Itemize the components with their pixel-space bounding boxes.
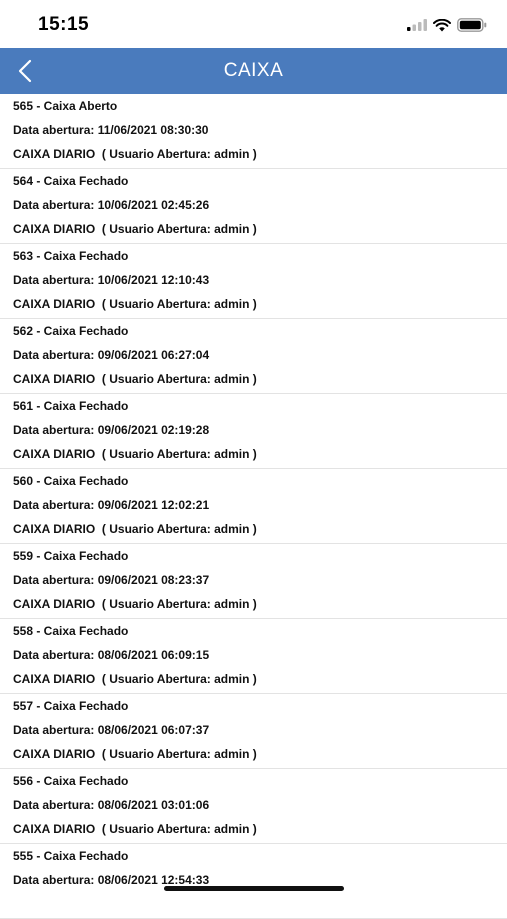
- item-open-date: Data abertura: 09/06/2021 06:27:04: [13, 348, 210, 362]
- item-title: 558 - Caixa Fechado: [13, 624, 129, 638]
- item-title: 559 - Caixa Fechado: [13, 549, 129, 563]
- item-open-date: Data abertura: 08/06/2021 03:01:06: [13, 798, 210, 812]
- item-detail: CAIXA DIARIO ( Usuario Abertura: admin ): [13, 522, 257, 536]
- item-title: 563 - Caixa Fechado: [13, 249, 129, 263]
- item-open-date: Data abertura: 08/06/2021 12:54:33: [13, 873, 210, 887]
- item-open-date: Data abertura: 10/06/2021 12:10:43: [13, 273, 210, 287]
- item-title: 564 - Caixa Fechado: [13, 174, 129, 188]
- item-open-date: Data abertura: 08/06/2021 06:09:15: [13, 648, 210, 662]
- list-item[interactable]: 563 - Caixa Fechado Data abertura: 10/06…: [0, 244, 507, 319]
- item-detail: CAIXA DIARIO ( Usuario Abertura: admin ): [13, 597, 257, 611]
- signal-icon: [407, 19, 427, 31]
- item-detail: CAIXA DIARIO ( Usuario Abertura: admin ): [13, 672, 257, 686]
- item-detail: CAIXA DIARIO ( Usuario Abertura: admin ): [13, 222, 257, 236]
- status-time: 15:15: [38, 14, 90, 35]
- wifi-icon: [433, 18, 451, 31]
- list-item[interactable]: 555 - Caixa Fechado Data abertura: 08/06…: [0, 844, 507, 919]
- item-open-date: Data abertura: 08/06/2021 06:07:37: [13, 723, 210, 737]
- item-title: 562 - Caixa Fechado: [13, 324, 129, 338]
- status-bar: 15:15: [0, 0, 507, 48]
- list-item[interactable]: 560 - Caixa Fechado Data abertura: 09/06…: [0, 469, 507, 544]
- item-detail: CAIXA DIARIO ( Usuario Abertura: admin ): [13, 447, 257, 461]
- battery-icon: [457, 18, 487, 32]
- page-title: CAIXA: [223, 60, 284, 81]
- list-item[interactable]: 557 - Caixa Fechado Data abertura: 08/06…: [0, 694, 507, 769]
- item-title: 565 - Caixa Aberto: [13, 99, 118, 113]
- status-icons: [407, 15, 487, 35]
- item-detail: CAIXA DIARIO ( Usuario Abertura: admin ): [13, 147, 257, 161]
- list-item[interactable]: 562 - Caixa Fechado Data abertura: 09/06…: [0, 319, 507, 394]
- item-open-date: Data abertura: 09/06/2021 12:02:21: [13, 498, 210, 512]
- nav-bar: CAIXA: [0, 48, 507, 94]
- caixa-list: 565 - Caixa Aberto Data abertura: 11/06/…: [0, 94, 507, 919]
- item-open-date: Data abertura: 09/06/2021 08:23:37: [13, 573, 210, 587]
- item-open-date: Data abertura: 11/06/2021 08:30:30: [13, 123, 209, 137]
- item-title: 557 - Caixa Fechado: [13, 699, 129, 713]
- item-detail: CAIXA DIARIO ( Usuario Abertura: admin ): [13, 747, 257, 761]
- list-item[interactable]: 559 - Caixa Fechado Data abertura: 09/06…: [0, 544, 507, 619]
- item-detail: CAIXA DIARIO ( Usuario Abertura: admin ): [13, 372, 257, 386]
- item-open-date: Data abertura: 10/06/2021 02:45:26: [13, 198, 210, 212]
- list-item[interactable]: 558 - Caixa Fechado Data abertura: 08/06…: [0, 619, 507, 694]
- item-title: 561 - Caixa Fechado: [13, 399, 129, 413]
- item-title: 556 - Caixa Fechado: [13, 774, 129, 788]
- list-item[interactable]: 561 - Caixa Fechado Data abertura: 09/06…: [0, 394, 507, 469]
- item-detail: CAIXA DIARIO ( Usuario Abertura: admin ): [13, 297, 257, 311]
- item-title: 555 - Caixa Fechado: [13, 849, 129, 863]
- item-detail: CAIXA DIARIO ( Usuario Abertura: admin ): [13, 822, 257, 836]
- list-item[interactable]: 556 - Caixa Fechado Data abertura: 08/06…: [0, 769, 507, 844]
- item-title: 560 - Caixa Fechado: [13, 474, 129, 488]
- home-indicator: [164, 886, 344, 891]
- item-open-date: Data abertura: 09/06/2021 02:19:28: [13, 423, 210, 437]
- list-item[interactable]: 565 - Caixa Aberto Data abertura: 11/06/…: [0, 94, 507, 169]
- list-item[interactable]: 564 - Caixa Fechado Data abertura: 10/06…: [0, 169, 507, 244]
